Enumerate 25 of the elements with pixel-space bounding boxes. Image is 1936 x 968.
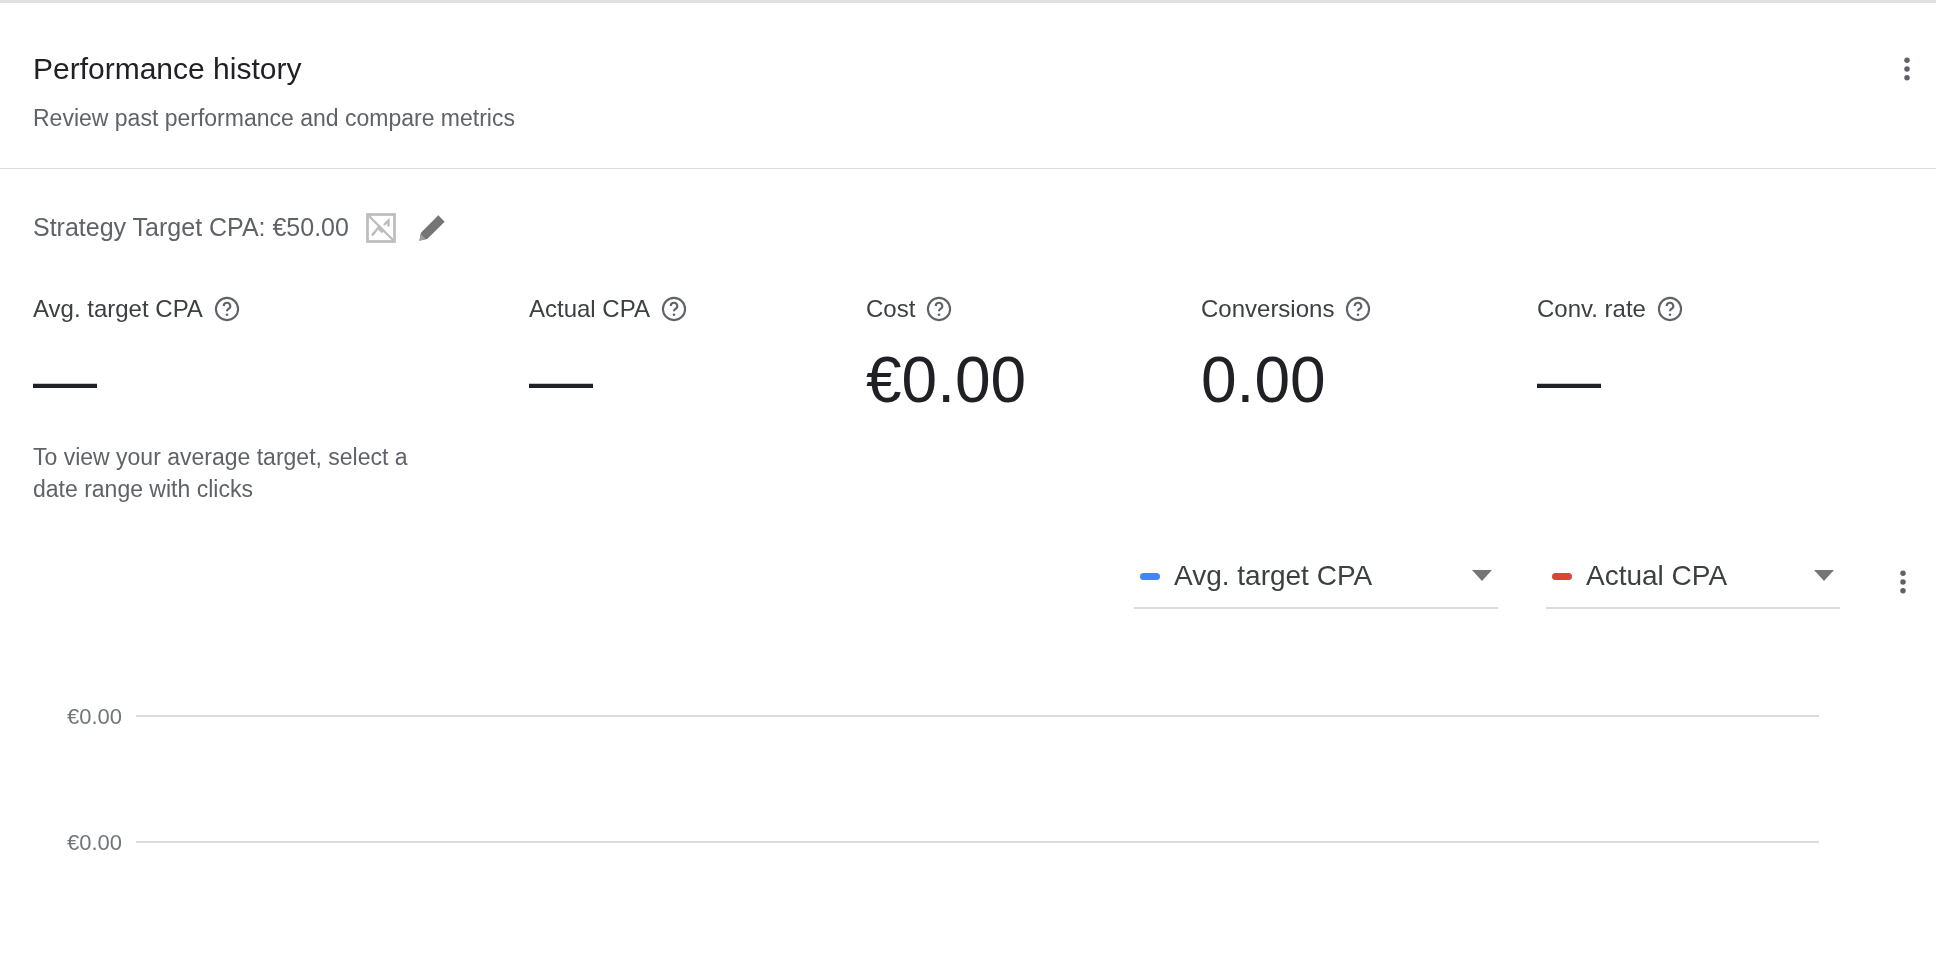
metric-dropdown[interactable]: Avg. target CPA [1134,555,1498,610]
metric-label: Avg. target CPA [33,293,203,324]
metric-label: Conversions [1201,293,1335,324]
help-icon[interactable] [212,294,241,323]
caret-icon [1814,570,1834,583]
metric-value: — [1537,344,1602,415]
caret-icon [1472,570,1492,583]
metric-dropdown[interactable]: Actual CPA [1546,555,1840,610]
axis-label: €0.00 [65,828,122,857]
help-icon[interactable] [1344,294,1373,323]
help-icon[interactable] [1655,294,1684,323]
metric-label: Cost [866,293,916,324]
help-icon[interactable] [659,294,688,323]
metric-value: 0.00 [1201,344,1327,415]
metric-value: €0.00 [866,344,1028,415]
axis-label: €0.00 [65,702,122,731]
metric-label: Conv. rate [1537,293,1646,324]
metric-note: To view your average target, select a date range with clicks [33,442,409,505]
metric-label: Actual CPA [529,293,650,324]
metric-value: — [529,344,594,415]
help-icon[interactable] [925,294,954,323]
card-title: Performance history [33,51,303,87]
strategy-label: Strategy Target CPA: €50.00 [33,211,349,243]
metric-value: — [33,344,98,415]
card-subtitle: Review past performance and compare metrics [33,104,516,133]
